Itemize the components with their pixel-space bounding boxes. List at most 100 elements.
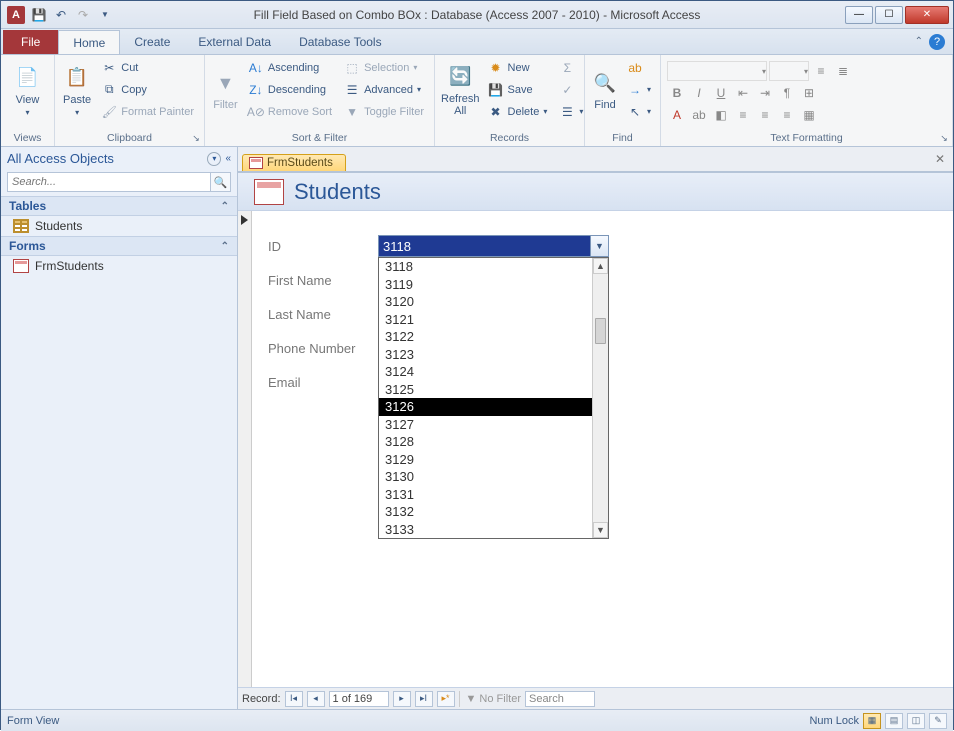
align-center-icon[interactable]: ≡ [755, 105, 775, 125]
filter-indicator[interactable]: ▼No Filter [459, 691, 521, 707]
alt-row-icon[interactable]: ▦ [799, 105, 819, 125]
size-combo[interactable]: ▾ [769, 61, 809, 81]
collapse-ribbon-icon[interactable]: ⌃ [915, 36, 923, 47]
nav-collapse-icon[interactable]: « [225, 153, 231, 164]
paste-button[interactable]: 📋 Paste ▾ [61, 57, 93, 123]
next-record-button[interactable]: ▸ [393, 691, 411, 707]
prev-record-button[interactable]: ◂ [307, 691, 325, 707]
align-right-icon[interactable]: ≡ [777, 105, 797, 125]
record-search-input[interactable]: Search [525, 691, 595, 707]
bullets-icon[interactable]: ≡ [811, 61, 831, 81]
record-selector[interactable] [238, 211, 252, 687]
nav-section-forms[interactable]: Forms ⌃ [1, 236, 237, 256]
chevron-up-icon[interactable]: ⌃ [221, 201, 229, 212]
dropdown-option[interactable]: 3126 [379, 398, 608, 416]
chevron-up-icon[interactable]: ⌃ [221, 241, 229, 252]
nav-section-tables[interactable]: Tables ⌃ [1, 196, 237, 216]
dropdown-option[interactable]: 3123 [379, 346, 608, 364]
search-input[interactable] [7, 172, 211, 192]
record-position[interactable]: 1 of 169 [329, 691, 389, 707]
new-record-button[interactable]: ▸* [437, 691, 455, 707]
dropdown-option[interactable]: 3121 [379, 311, 608, 329]
select-button[interactable]: ↖▾ [623, 101, 655, 122]
form-view-button[interactable]: ▦ [863, 713, 881, 729]
dropdown-option[interactable]: 3132 [379, 503, 608, 521]
dropdown-option[interactable]: 3133 [379, 521, 608, 539]
nav-header[interactable]: All Access Objects ▾ « [1, 147, 237, 170]
view-button[interactable]: 📄 View ▾ [7, 57, 48, 123]
dropdown-scrollbar[interactable]: ▲ ▼ [592, 258, 608, 538]
dropdown-option[interactable]: 3130 [379, 468, 608, 486]
dropdown-option[interactable]: 3129 [379, 451, 608, 469]
descending-button[interactable]: Z↓Descending [244, 79, 336, 100]
spelling-button[interactable]: ✓ [555, 79, 587, 100]
tab-database-tools[interactable]: Database Tools [285, 30, 396, 54]
find-button[interactable]: 🔍 Find [591, 57, 619, 123]
last-record-button[interactable]: ▸I [415, 691, 433, 707]
help-icon[interactable]: ? [929, 34, 945, 50]
font-color-icon[interactable]: A [667, 105, 687, 125]
dropdown-option[interactable]: 3124 [379, 363, 608, 381]
align-left-icon[interactable]: ≡ [733, 105, 753, 125]
close-button[interactable]: ✕ [905, 6, 949, 24]
totals-button[interactable]: Σ [555, 57, 587, 78]
advanced-button[interactable]: ☰Advanced ▾ [340, 79, 428, 100]
dropdown-option[interactable]: 3127 [379, 416, 608, 434]
nav-dropdown-icon[interactable]: ▾ [207, 152, 221, 166]
nav-item-frmstudents[interactable]: FrmStudents [1, 256, 237, 276]
toggle-filter-button[interactable]: ▼Toggle Filter [340, 101, 428, 122]
indent-decrease-icon[interactable]: ⇤ [733, 83, 753, 103]
chevron-down-icon[interactable]: ▼ [590, 236, 608, 256]
document-tab-frmstudents[interactable]: FrmStudents [242, 154, 346, 171]
italic-icon[interactable]: I [689, 83, 709, 103]
id-combo[interactable]: 3118 ▼ [378, 235, 609, 257]
undo-icon[interactable]: ↶ [51, 5, 71, 25]
combo-value[interactable]: 3118 [379, 236, 590, 256]
underline-icon[interactable]: U [711, 83, 731, 103]
scroll-up-icon[interactable]: ▲ [593, 258, 608, 274]
ascending-button[interactable]: A↓Ascending [244, 57, 336, 78]
minimize-button[interactable]: — [845, 6, 873, 24]
indent-increase-icon[interactable]: ⇥ [755, 83, 775, 103]
qat-dropdown-icon[interactable]: ▼ [95, 5, 115, 25]
refresh-all-button[interactable]: 🔄 Refresh All [441, 57, 480, 123]
filter-button[interactable]: ▼ Filter [211, 57, 240, 123]
font-combo[interactable]: ▾ [667, 61, 767, 81]
datasheet-view-button[interactable]: ▤ [885, 713, 903, 729]
text-direction-icon[interactable]: ¶ [777, 83, 797, 103]
dropdown-option[interactable]: 3119 [379, 276, 608, 294]
numbering-icon[interactable]: ≣ [833, 61, 853, 81]
gridlines-icon[interactable]: ⊞ [799, 83, 819, 103]
replace-button[interactable]: ab [623, 57, 655, 78]
remove-sort-button[interactable]: A⊘Remove Sort [244, 101, 336, 122]
selection-button[interactable]: ⬚Selection ▾ [340, 57, 428, 78]
scroll-down-icon[interactable]: ▼ [593, 522, 608, 538]
highlight-icon[interactable]: ab [689, 105, 709, 125]
tab-external-data[interactable]: External Data [184, 30, 285, 54]
delete-button[interactable]: ✖Delete ▾ [484, 101, 552, 122]
layout-view-button[interactable]: ◫ [907, 713, 925, 729]
fill-color-icon[interactable]: ◧ [711, 105, 731, 125]
more-button[interactable]: ☰▾ [555, 101, 587, 122]
design-view-button[interactable]: ✎ [929, 713, 947, 729]
tab-create[interactable]: Create [120, 30, 184, 54]
goto-button[interactable]: →▾ [623, 79, 655, 100]
file-tab[interactable]: File [3, 30, 58, 54]
clipboard-dialog-launcher[interactable]: ↘ [190, 132, 202, 144]
dropdown-option[interactable]: 3131 [379, 486, 608, 504]
dropdown-option[interactable]: 3120 [379, 293, 608, 311]
save-record-button[interactable]: 💾Save [484, 79, 552, 100]
text-formatting-dialog-launcher[interactable]: ↘ [938, 132, 950, 144]
format-painter-button[interactable]: 🖌Format Painter [97, 101, 198, 122]
search-icon[interactable]: 🔍 [211, 172, 231, 192]
nav-item-students-table[interactable]: Students [1, 216, 237, 236]
copy-button[interactable]: ⧉Copy [97, 79, 198, 100]
bold-icon[interactable]: B [667, 83, 687, 103]
close-document-icon[interactable]: ✕ [931, 150, 949, 168]
dropdown-option[interactable]: 3128 [379, 433, 608, 451]
save-icon[interactable]: 💾 [29, 5, 49, 25]
maximize-button[interactable]: ☐ [875, 6, 903, 24]
first-record-button[interactable]: I◂ [285, 691, 303, 707]
scroll-thumb[interactable] [595, 318, 606, 344]
redo-icon[interactable]: ↷ [73, 5, 93, 25]
